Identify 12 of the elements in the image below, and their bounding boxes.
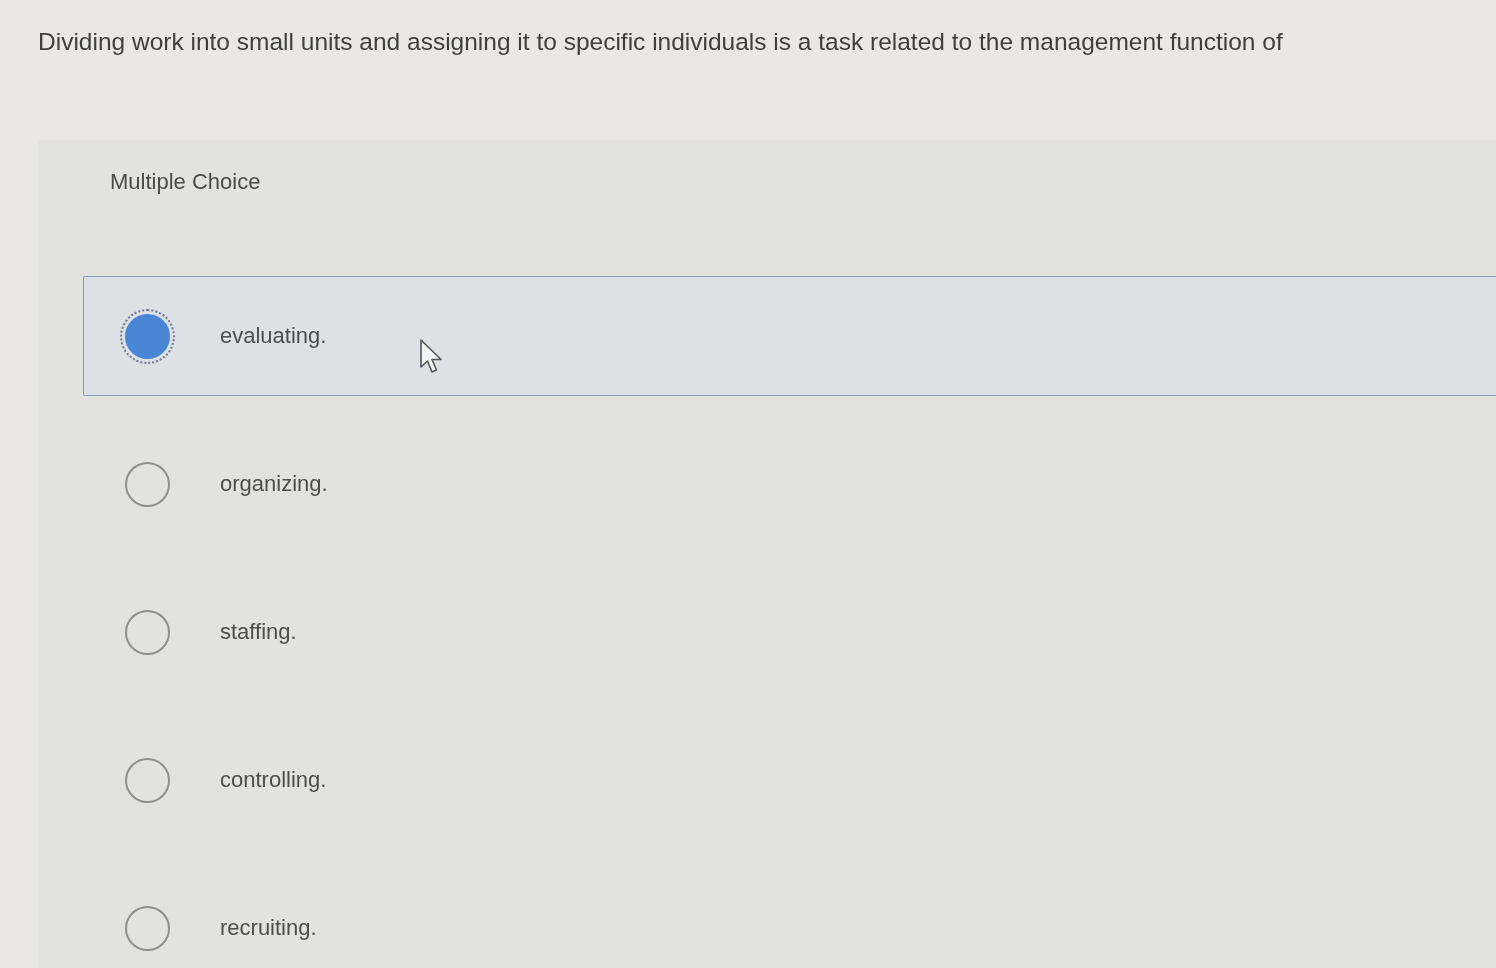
option-label: evaluating. — [220, 322, 327, 350]
section-label: Multiple Choice — [110, 168, 261, 196]
option-label: organizing. — [220, 470, 328, 498]
question-text: Dividing work into small units and assigning it to specific individuals is a task related to the management function of — [38, 27, 1283, 57]
radio-button[interactable] — [125, 905, 170, 951]
radio-button[interactable] — [125, 461, 170, 507]
radio-button[interactable] — [125, 757, 170, 803]
option-label: controlling. — [220, 766, 327, 794]
option-label: recruiting. — [220, 914, 317, 942]
radio-button[interactable] — [125, 609, 170, 655]
cursor-icon — [420, 339, 444, 375]
option-label: staffing. — [220, 618, 297, 646]
